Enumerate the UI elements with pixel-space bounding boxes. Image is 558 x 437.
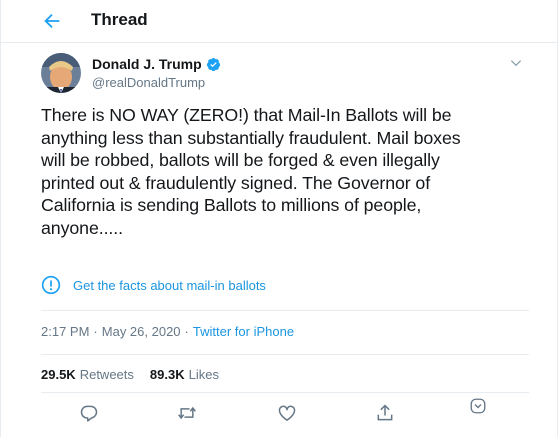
page-title: Thread: [91, 10, 148, 29]
exclamation-circle-icon: [41, 275, 61, 295]
share-icon[interactable]: [375, 403, 395, 423]
reply-icon[interactable]: [79, 403, 99, 423]
divider: [41, 392, 529, 393]
tweet-actions: [79, 398, 499, 427]
avatar-image: [41, 53, 81, 93]
retweet-icon[interactable]: [177, 403, 197, 423]
tweet-stats: 29.5K Retweets 89.3K Likes: [41, 367, 235, 382]
tweet-text-line: anything less than substantially fraudul…: [41, 127, 461, 148]
tweet-source-link[interactable]: Twitter for iPhone: [193, 324, 294, 339]
tweet-text-line: will be robbed, ballots will be forged &…: [41, 150, 440, 171]
tweet-time[interactable]: 2:17 PM: [41, 324, 89, 339]
analytics-icon[interactable]: [469, 397, 487, 415]
verified-badge-icon: [206, 57, 220, 71]
like-icon[interactable]: [277, 403, 297, 423]
avatar[interactable]: [41, 53, 81, 93]
tweet-date[interactable]: May 26, 2020: [102, 324, 181, 339]
meta-separator: ·: [93, 324, 98, 339]
facts-link-text[interactable]: Get the facts about mail-in ballots: [73, 278, 266, 293]
tweet-text: There is NO WAY (ZERO!) that Mail-In Bal…: [41, 104, 531, 240]
retweets-label: Retweets: [79, 367, 134, 382]
retweets-count: 29.5K: [41, 367, 76, 382]
tweet-text-line: anyone.....: [41, 217, 123, 238]
author-name-row: Donald J. Trump: [92, 56, 221, 72]
tweet-text-line: California is sending Ballots to million…: [41, 195, 422, 216]
facts-notice-link[interactable]: Get the facts about mail-in ballots: [41, 275, 266, 295]
retweets-stat[interactable]: 29.5K Retweets: [41, 367, 134, 382]
author-name[interactable]: Donald J. Trump: [92, 56, 202, 72]
thread-header: Thread: [1, 0, 557, 43]
tweet-meta: 2:17 PM · May 26, 2020 · Twitter for iPh…: [41, 324, 294, 339]
likes-label: Likes: [188, 367, 219, 382]
tweet-thread-page: Thread Donald J. Trump @realDonaldTrump …: [0, 0, 558, 437]
divider: [41, 310, 529, 311]
meta-separator: ·: [184, 324, 189, 339]
tweet-text-line: There is NO WAY (ZERO!) that Mail-In Bal…: [41, 105, 452, 125]
back-arrow-icon[interactable]: [41, 10, 63, 32]
likes-count: 89.3K: [149, 367, 185, 382]
likes-stat[interactable]: 89.3K Likes: [150, 367, 219, 382]
divider: [41, 354, 529, 355]
author-handle[interactable]: @realDonaldTrump: [92, 75, 205, 90]
tweet-text-line: printed out & fraudulently signed. The G…: [41, 172, 431, 193]
chevron-down-icon[interactable]: [509, 56, 523, 70]
